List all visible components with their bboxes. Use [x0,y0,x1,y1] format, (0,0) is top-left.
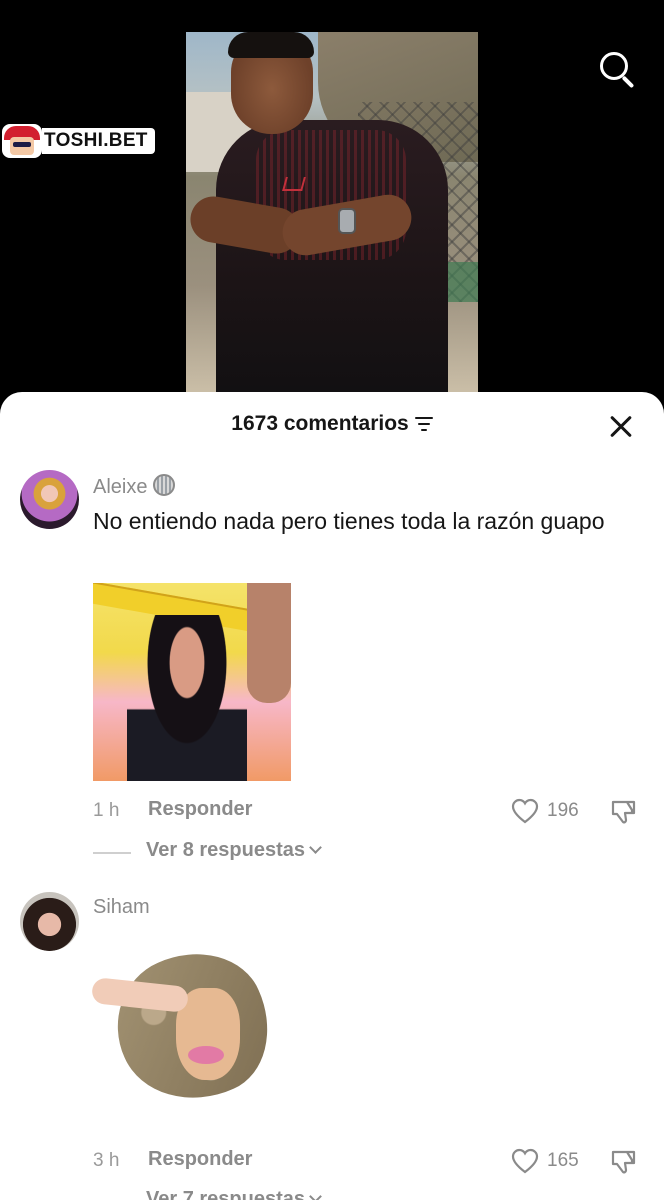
comment-time: 3 h [93,1150,120,1171]
gif-person [127,615,247,781]
brand-watermark: TOSHI.BET [2,124,155,158]
view-replies-label: Ver 7 respuestas [146,1188,305,1200]
reply-button[interactable]: Responder [148,1148,252,1171]
heart-icon [511,1148,539,1174]
reply-button[interactable]: Responder [148,798,252,821]
wristwatch [338,208,356,234]
disco-ball-icon [153,474,176,496]
comment-item: Siham 3 h Responder 165 Ver 7 respuestas [0,892,664,1200]
avatar[interactable] [20,892,79,951]
comment-meta: 1 h Responder 196 [93,796,653,826]
view-replies-button[interactable]: Ver 8 respuestas [93,839,393,867]
sort-filter-icon[interactable] [414,417,433,432]
like-count: 196 [547,800,579,821]
sticker-lips [188,1046,224,1064]
avatar[interactable] [20,470,79,529]
chevron-down-icon [309,841,322,854]
comment-username[interactable]: Siham [93,896,150,919]
comments-count-title[interactable]: 1673 comentarios [0,412,664,436]
mascot-logo-icon [2,124,42,158]
comment-time: 1 h [93,800,120,821]
view-replies-button[interactable]: Ver 7 respuestas [93,1188,393,1200]
dislike-icon[interactable] [609,796,639,826]
comments-sheet: 1673 comentarios Aleixe No entiendo nada… [0,392,664,1200]
comment-text: No entiendo nada pero tienes toda la raz… [93,508,605,534]
heart-icon [511,798,539,824]
close-icon[interactable] [606,412,636,442]
username-text[interactable]: Aleixe [93,476,147,498]
gif-arm [247,583,291,703]
comments-header: 1673 comentarios [0,392,664,462]
search-button[interactable] [596,48,638,90]
video-frame[interactable] [186,32,478,394]
person-torso [216,120,448,392]
comment-username[interactable]: Aleixe [93,474,176,499]
shirt-logo [282,177,306,191]
comments-count-label: 1673 comentarios [231,412,409,435]
comment-sticker-image[interactable] [92,952,272,1104]
person-hair [228,32,314,58]
like-count: 165 [547,1150,579,1171]
replies-divider [93,852,131,854]
view-replies-label: Ver 8 respuestas [146,839,305,861]
comment-item: Aleixe No entiendo nada pero tienes toda… [0,470,664,870]
comment-gif-image[interactable] [93,583,291,781]
brand-name: TOSHI.BET [42,128,155,154]
comment-meta: 3 h Responder 165 [93,1146,653,1176]
dislike-icon[interactable] [609,1146,639,1176]
chevron-down-icon [309,1190,322,1200]
video-player[interactable]: TOSHI.BET [0,0,664,400]
